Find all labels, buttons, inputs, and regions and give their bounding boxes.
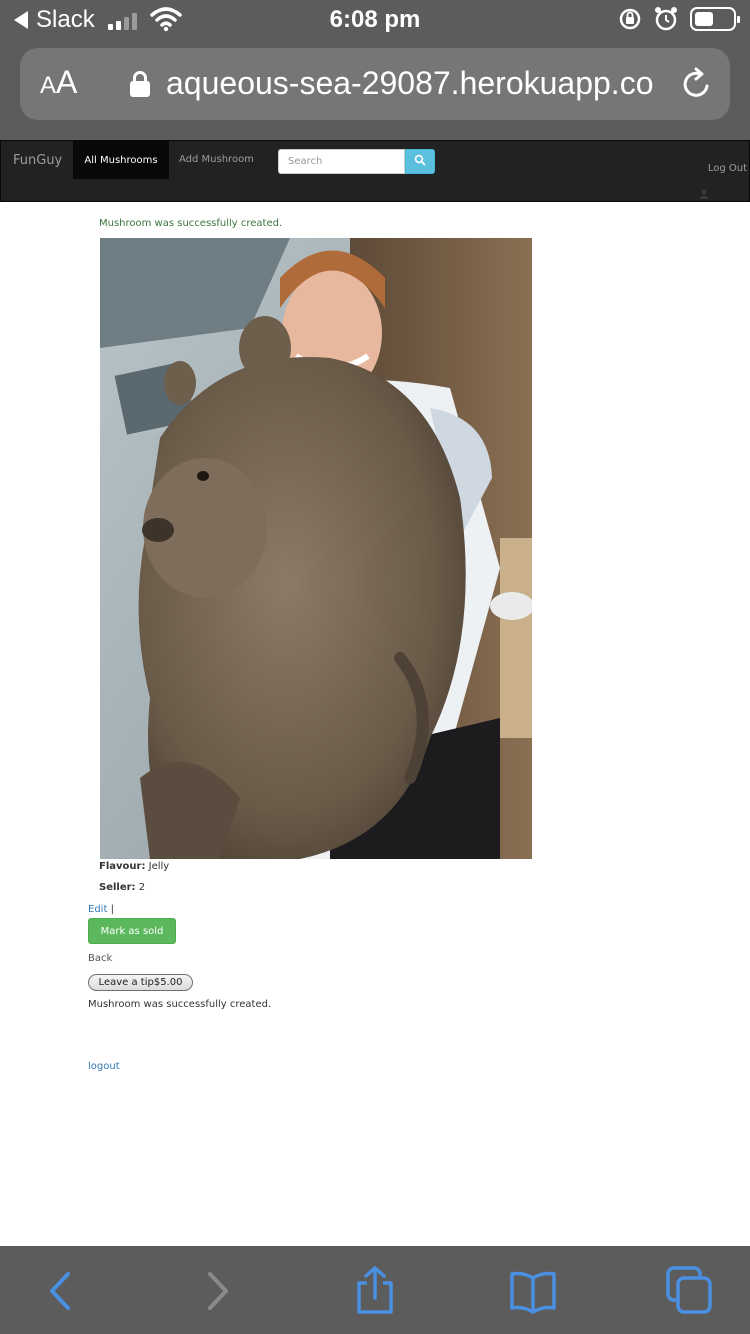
search-button[interactable] bbox=[405, 149, 435, 174]
nav-log-out[interactable]: Log Out bbox=[708, 163, 747, 174]
reload-icon[interactable] bbox=[680, 66, 714, 102]
ios-browser-chrome: Slack 6:08 pm AA aqueous-sea-29087.herok… bbox=[0, 0, 750, 140]
mushroom-image bbox=[100, 238, 532, 859]
battery-icon bbox=[690, 7, 740, 31]
safari-toolbar bbox=[0, 1246, 750, 1334]
edit-link[interactable]: Edit bbox=[88, 904, 107, 915]
address-bar[interactable]: AA aqueous-sea-29087.herokuapp.co bbox=[20, 48, 730, 120]
share-icon[interactable] bbox=[350, 1266, 400, 1316]
user-icon bbox=[699, 189, 709, 199]
chevron-right-icon[interactable] bbox=[192, 1266, 242, 1316]
flavour-field: Flavour: Jelly bbox=[99, 861, 169, 872]
nav-add-mushroom[interactable]: Add Mushroom bbox=[173, 154, 260, 165]
brand-link[interactable]: FunGuy bbox=[13, 153, 62, 168]
site-navbar: FunGuy All Mushrooms Add Mushroom Log Ou… bbox=[0, 140, 750, 202]
flash-success: Mushroom was successfully created. bbox=[99, 218, 283, 229]
wombat-photo-illustration bbox=[100, 238, 532, 859]
seller-value: 2 bbox=[138, 882, 146, 893]
search-icon bbox=[414, 154, 426, 166]
text-size-button[interactable]: AA bbox=[40, 64, 77, 101]
edit-row: Edit | bbox=[88, 904, 114, 915]
search-input[interactable] bbox=[278, 149, 405, 174]
flavour-value: Jelly bbox=[148, 861, 170, 872]
status-bar: Slack 6:08 pm bbox=[0, 0, 750, 42]
orientation-lock-icon bbox=[619, 8, 641, 30]
chevron-left-icon[interactable] bbox=[36, 1266, 86, 1316]
mark-as-sold-button[interactable]: Mark as sold bbox=[88, 918, 176, 944]
leave-tip-button[interactable]: Leave a tip$5.00 bbox=[88, 974, 193, 991]
tabs-icon[interactable] bbox=[664, 1266, 714, 1316]
edit-separator: | bbox=[110, 904, 114, 915]
nav-all-mushrooms[interactable]: All Mushrooms bbox=[73, 141, 169, 179]
url-text[interactable]: aqueous-sea-29087.herokuapp.co bbox=[166, 65, 680, 102]
seller-label: Seller: bbox=[99, 882, 136, 893]
alarm-icon bbox=[655, 7, 677, 31]
flavour-label: Flavour: bbox=[99, 861, 146, 872]
lock-icon bbox=[130, 71, 150, 97]
seller-field: Seller: 2 bbox=[99, 882, 145, 893]
notice-text: Mushroom was successfully created. bbox=[88, 999, 272, 1010]
back-link[interactable]: Back bbox=[88, 953, 112, 964]
book-icon[interactable] bbox=[508, 1266, 558, 1316]
logout-link[interactable]: logout bbox=[88, 1061, 120, 1072]
